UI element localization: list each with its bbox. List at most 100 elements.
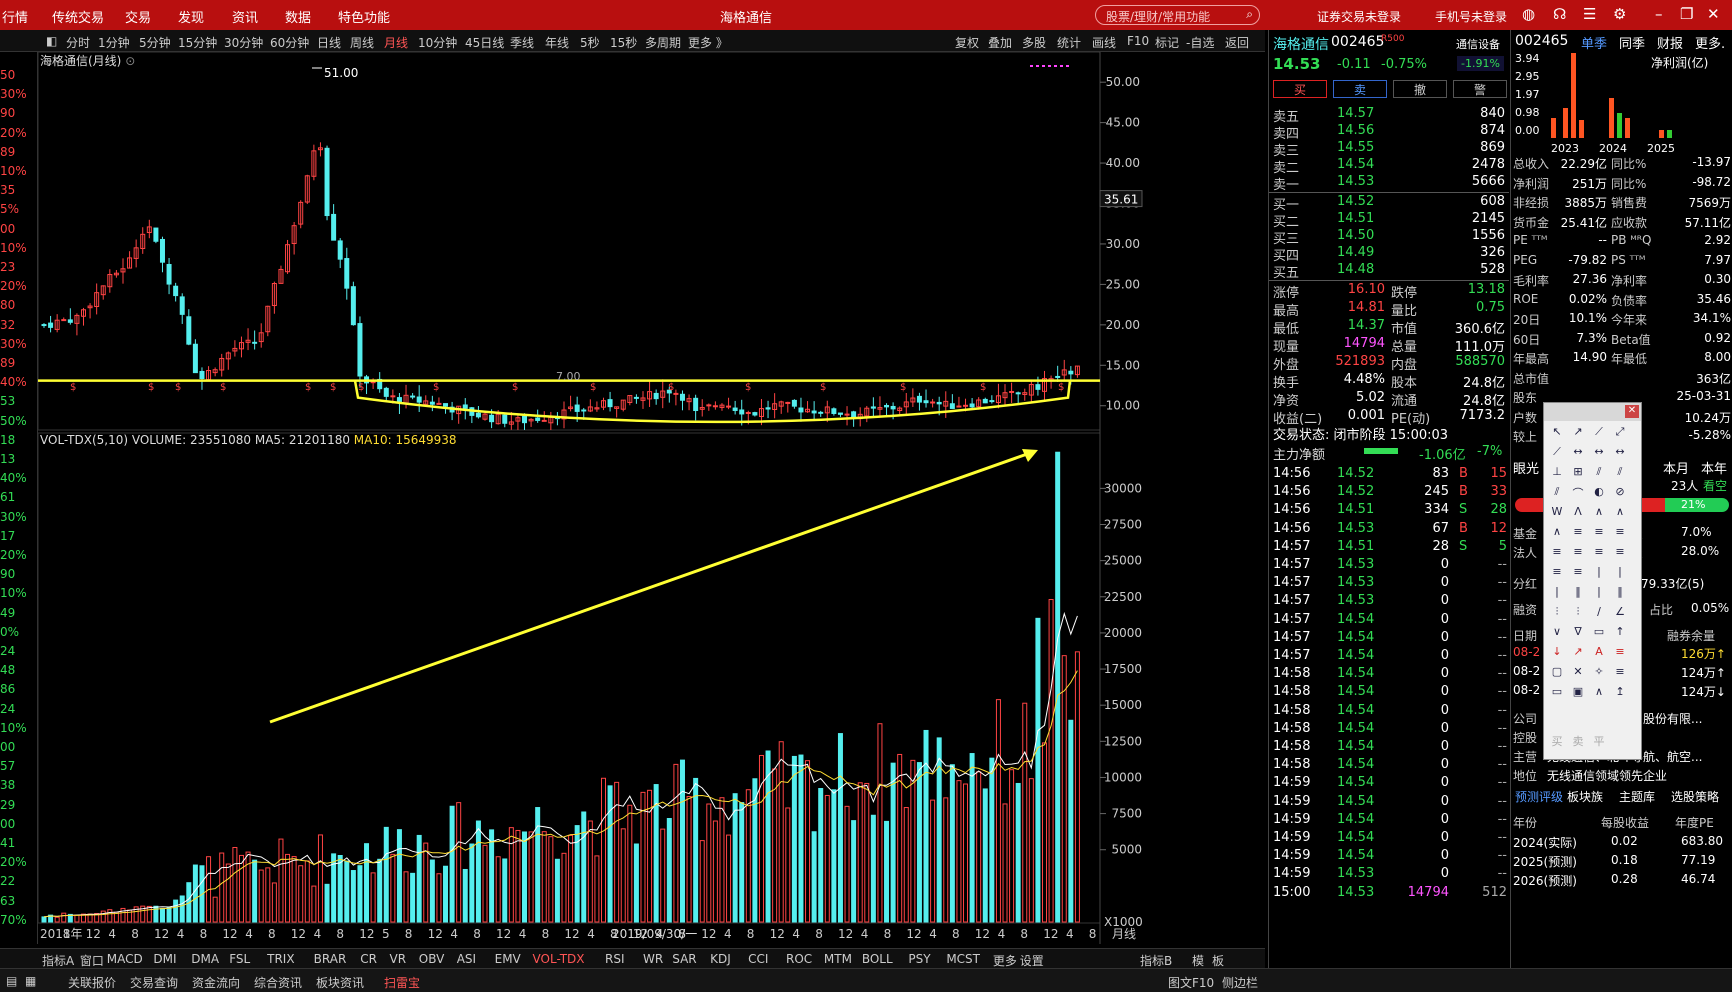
drawing-tool-icon[interactable]: ≡: [1611, 545, 1629, 558]
brand-icon[interactable]: ◍: [1522, 5, 1535, 23]
drawing-tool-icon[interactable]: ≡: [1590, 525, 1608, 538]
forecast-tab[interactable]: 主题库: [1619, 788, 1655, 805]
indicator-tab[interactable]: 窗口: [80, 952, 104, 969]
drawing-tool-icon[interactable]: ‖: [1611, 585, 1629, 598]
drawing-tool-icon[interactable]: ▣: [1569, 685, 1587, 698]
minimize-icon[interactable]: –: [1655, 5, 1663, 23]
tool-f10[interactable]: F10: [1127, 34, 1149, 48]
drawing-tool-icon[interactable]: ⊥: [1548, 465, 1566, 478]
period-tab[interactable]: 15秒: [610, 34, 637, 51]
drawing-tool-icon[interactable]: ≡: [1611, 525, 1629, 538]
drawing-tool-icon[interactable]: ∠: [1611, 605, 1629, 618]
period-tab-active[interactable]: 月线: [384, 34, 408, 51]
menu-traditional-trade[interactable]: 传统交易: [52, 7, 104, 26]
indicator-tab[interactable]: VOL-TDX: [533, 952, 585, 966]
indicator-tab[interactable]: TRIX: [267, 952, 294, 966]
status-f10[interactable]: 图文F10: [1168, 974, 1214, 991]
indicator-tab[interactable]: OBV: [419, 952, 445, 966]
notes-icon[interactable]: ☰: [1583, 5, 1596, 23]
indicator-tab[interactable]: MCST: [946, 952, 980, 966]
drawing-tool-icon[interactable]: ≡: [1569, 545, 1587, 558]
indicator-tab[interactable]: BOLL: [862, 952, 893, 966]
forecast-tab[interactable]: 板块族: [1567, 788, 1603, 805]
drawing-tool-icon[interactable]: W: [1548, 505, 1566, 518]
fin-tab[interactable]: 单季: [1581, 33, 1607, 52]
drawing-tool-icon[interactable]: ⤢: [1611, 425, 1629, 439]
indicator-tab[interactable]: ASI: [457, 952, 476, 966]
drawing-tool-icon[interactable]: ⫶: [1569, 605, 1587, 619]
drawing-tool-icon[interactable]: ∧: [1611, 505, 1629, 518]
indicator-tab[interactable]: MTM: [824, 952, 852, 966]
indicator-tab[interactable]: DMA: [191, 952, 219, 966]
phone-login-status[interactable]: 手机号未登录: [1435, 8, 1507, 25]
period-tab[interactable]: 15分钟: [178, 34, 217, 51]
status-sector-info[interactable]: 板块资讯: [316, 974, 364, 991]
drawing-tool-icon[interactable]: ▭: [1548, 685, 1566, 698]
drawing-tool-icon[interactable]: ↗: [1569, 645, 1587, 658]
indicator-tab[interactable]: CR: [360, 952, 377, 966]
period-tab[interactable]: 季线: [510, 34, 534, 51]
drawing-tool-icon[interactable]: ∧: [1590, 505, 1608, 518]
indicator-tab[interactable]: 指标A: [42, 952, 74, 969]
drawing-tool-icon[interactable]: ∧: [1548, 525, 1566, 538]
drawing-tool-icon[interactable]: |: [1611, 565, 1629, 578]
search-input[interactable]: 股票/理财/常用功能 ⌕: [1095, 5, 1260, 25]
drawing-tool-icon[interactable]: ≡: [1611, 665, 1629, 678]
tool-draw[interactable]: 画线: [1092, 34, 1116, 51]
drawing-tool-icon[interactable]: ⊞: [1569, 465, 1587, 478]
drawing-tool-icon[interactable]: ↑: [1611, 625, 1629, 638]
drawing-tool-icon[interactable]: ≡: [1548, 545, 1566, 558]
drawing-tool-icon[interactable]: ⫶: [1548, 605, 1566, 619]
drawing-tool-icon[interactable]: ✕: [1569, 665, 1587, 678]
drawing-tool-icon[interactable]: ≡: [1548, 565, 1566, 578]
period-tab[interactable]: 60分钟: [270, 34, 309, 51]
drawing-tool-icon[interactable]: ↗: [1569, 425, 1587, 438]
period-tab[interactable]: 10分钟: [418, 34, 457, 51]
drawing-tool-icon[interactable]: |: [1548, 585, 1566, 598]
drawing-tool-icon[interactable]: ↥: [1611, 685, 1629, 698]
period-tab[interactable]: 分时: [66, 34, 90, 51]
period-tab-more[interactable]: 更多 》: [688, 34, 728, 51]
drawing-tool-icon[interactable]: ≡: [1590, 545, 1608, 558]
forecast-tab[interactable]: 预测评级: [1515, 788, 1563, 805]
period-tab[interactable]: 30分钟: [224, 34, 263, 51]
panel-toggle-icon[interactable]: ◧: [46, 34, 57, 48]
status-sidebar[interactable]: 侧边栏: [1222, 974, 1258, 991]
period-tab[interactable]: 5分钟: [139, 34, 171, 51]
drawing-tool-icon[interactable]: ⫽: [1548, 485, 1566, 499]
drawing-tool-icon[interactable]: |: [1590, 585, 1608, 598]
drawing-tool-icon[interactable]: A: [1590, 645, 1608, 658]
trade-mark-icon[interactable]: 平: [1590, 733, 1608, 749]
drawing-tool-icon[interactable]: ▭: [1590, 625, 1608, 638]
indicator-tab[interactable]: DMI: [153, 952, 176, 966]
drawing-tool-icon[interactable]: ⟋: [1548, 445, 1566, 459]
menu-market[interactable]: 行情: [2, 7, 28, 26]
status-menu-icon[interactable]: ▤: [6, 974, 17, 988]
indicator-tab[interactable]: EMV: [495, 952, 521, 966]
drawing-tool-icon[interactable]: ✧: [1590, 665, 1608, 678]
indicator-tab[interactable]: MACD: [107, 952, 143, 966]
menu-news[interactable]: 资讯: [232, 7, 258, 26]
period-tab[interactable]: 年线: [545, 34, 569, 51]
drawing-tool-icon[interactable]: ≡: [1569, 525, 1587, 538]
drawing-tool-icon[interactable]: ⊘: [1611, 485, 1629, 498]
tool-fuquan[interactable]: 复权: [955, 34, 979, 51]
drawing-tool-icon[interactable]: ↔: [1590, 445, 1608, 458]
close-icon[interactable]: ✕: [1707, 5, 1720, 23]
restore-icon[interactable]: ❐: [1680, 5, 1693, 23]
indicator-tab[interactable]: SAR: [672, 952, 696, 966]
buy-button[interactable]: 买: [1273, 80, 1327, 98]
sell-button[interactable]: 卖: [1333, 80, 1387, 98]
trade-login-status[interactable]: 证券交易未登录: [1317, 8, 1401, 25]
drawing-tool-icon[interactable]: ↔: [1611, 445, 1629, 458]
drawing-tool-icon[interactable]: ⫽: [1590, 465, 1608, 479]
drawing-tool-palette[interactable]: ✕ ↖ ↗ ⟋ ⤢ ⟋ ↔ ↔ ↔ ⊥ ⊞ ⫽ ⫽ ⫽ ⌒ ◐ ⊘ W Λ ∧ ∧ ∧ ≡ ≡ ≡ ≡ ≡ ≡ ≡ ≡ ≡ | | | ‖ | ‖ ⫶ ⫶…: [1543, 402, 1642, 760]
drawing-tool-icon[interactable]: ▢: [1548, 665, 1566, 678]
industry-label[interactable]: 通信设备: [1456, 36, 1500, 52]
board-tab[interactable]: 板: [1212, 952, 1224, 969]
indicator-tab[interactable]: BRAR: [314, 952, 347, 966]
tool-mark[interactable]: 标记: [1155, 34, 1179, 51]
trade-mark-icon[interactable]: 卖: [1569, 733, 1587, 749]
search-icon[interactable]: ⌕: [1246, 7, 1253, 22]
period-tab[interactable]: 多周期: [645, 34, 681, 51]
